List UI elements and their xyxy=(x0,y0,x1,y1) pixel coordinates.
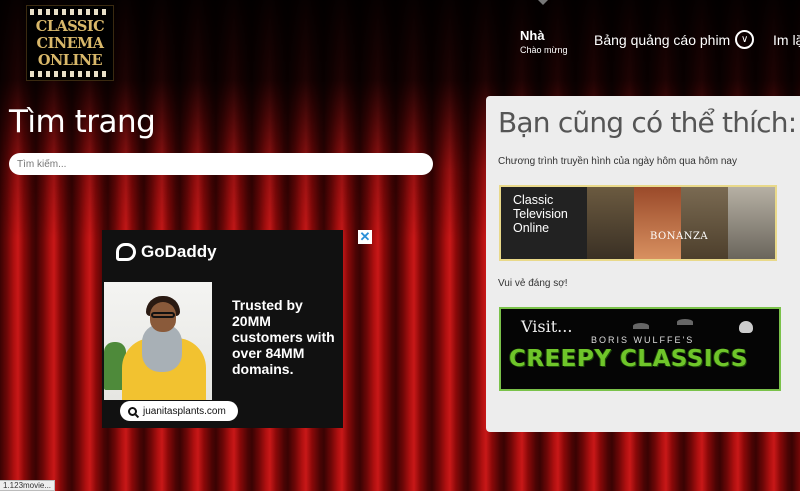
ad-brand: GoDaddy xyxy=(116,242,217,262)
classic-tv-line-1: Classic xyxy=(513,193,554,207)
creepy-caption: Vui vẻ đáng sợ! xyxy=(498,278,568,289)
nav-home-label: Nhà xyxy=(520,28,545,43)
ad-domain-pill[interactable]: juanitasplants.com xyxy=(120,401,238,421)
nav-movie-board-label: Bảng quảng cáo phim xyxy=(594,31,731,48)
bonanza-label: BONANZA xyxy=(650,231,709,242)
search-input[interactable] xyxy=(9,153,433,175)
site-logo[interactable]: CLASSIC CINEMA ONLINE xyxy=(26,5,114,81)
page-title: Tìm trang xyxy=(9,104,156,140)
creepy-classics-banner[interactable]: Visit... BORIS WULFFE'S CREEPY CLASSICS xyxy=(499,307,781,391)
classic-tv-tiles xyxy=(587,187,775,259)
nav-silent[interactable]: Im lặ xyxy=(773,32,800,48)
caret-down-icon xyxy=(538,0,548,6)
film-strip-bottom xyxy=(30,71,110,77)
classic-tv-banner[interactable]: Classic Television Online BONANZA xyxy=(499,185,777,261)
nav-movie-board[interactable]: Bảng quảng cáo phim ∨ xyxy=(594,30,755,49)
ad-photo xyxy=(104,282,212,400)
creepy-visit-text: Visit... xyxy=(521,317,573,336)
ad-close-icon[interactable]: ✕ xyxy=(358,230,372,244)
panel-heading: Bạn cũng có thể thích: xyxy=(498,106,797,139)
logo-line-3: ONLINE xyxy=(37,52,103,69)
ad-copy: Trusted by 20MM customers with over 84MM… xyxy=(232,297,335,377)
status-bar-url: 1.123movie... xyxy=(0,480,56,491)
top-bar: CLASSIC CINEMA ONLINE Nhà Chào mừng Bảng… xyxy=(0,0,800,90)
search-icon xyxy=(128,406,137,416)
ad-brand-name: GoDaddy xyxy=(141,242,217,261)
classic-tv-caption: Chương trình truyền hình của ngày hôm qu… xyxy=(498,156,737,167)
bat-icon xyxy=(633,323,649,329)
nav-home[interactable]: Nhà Chào mừng xyxy=(520,28,568,55)
nav-home-sub: Chào mừng xyxy=(520,45,568,55)
logo-line-1: CLASSIC xyxy=(35,18,105,35)
creepy-title-text: CREEPY CLASSICS xyxy=(509,346,748,372)
logo-line-2: CINEMA xyxy=(36,35,104,52)
logo-text: CLASSIC CINEMA ONLINE xyxy=(27,18,113,69)
classic-tv-line-3: Online xyxy=(513,221,550,235)
ad-banner[interactable]: GoDaddy Trusted by 20MM customers with o… xyxy=(102,230,343,428)
bat-icon xyxy=(677,319,693,325)
ad-domain-text: juanitasplants.com xyxy=(143,405,226,417)
recommendations-panel: Bạn cũng có thể thích: Chương trình truy… xyxy=(486,96,800,432)
chevron-down-icon[interactable]: ∨ xyxy=(735,30,755,49)
classic-tv-title: Classic Television Online xyxy=(513,193,568,235)
skull-icon xyxy=(739,321,753,333)
creepy-author-text: BORIS WULFFE'S xyxy=(591,335,695,345)
godaddy-logo-icon xyxy=(116,243,136,261)
film-strip-top xyxy=(30,9,110,15)
classic-tv-line-2: Television xyxy=(513,207,568,221)
